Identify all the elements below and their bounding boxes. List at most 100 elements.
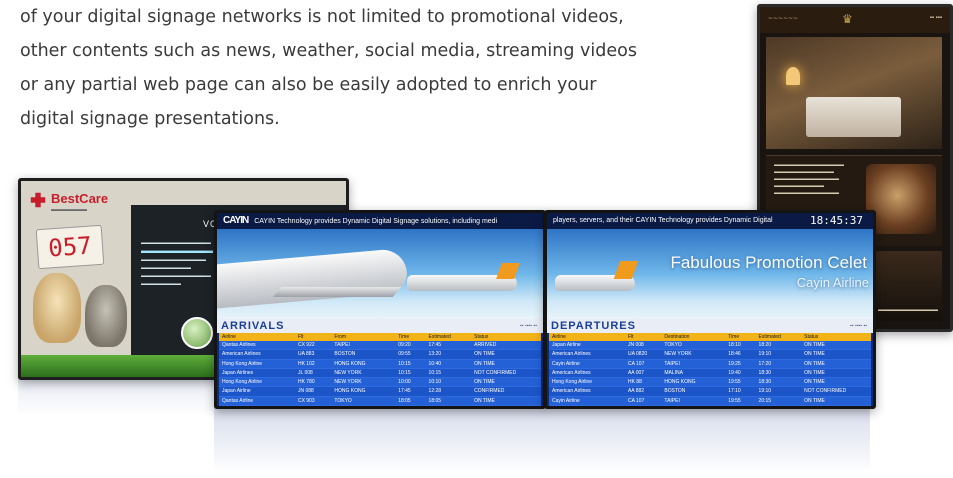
- table-cell: TAIPEI: [664, 360, 680, 367]
- sky-banner: [547, 229, 873, 319]
- table-cell: 18:30: [758, 379, 772, 386]
- header-cell: Destination: [664, 334, 690, 340]
- airliner-graphic: [217, 247, 409, 311]
- screen-reflection: [18, 376, 214, 416]
- header-cell: Airline: [222, 334, 236, 340]
- table-cell: 17:10: [728, 388, 741, 395]
- table-row: Japan Airline JN 008 TOKYO 18:10 18:20 ON TIM…: [549, 341, 871, 351]
- table-cell: MALINA: [664, 369, 684, 376]
- header-cell: Status: [474, 334, 489, 340]
- table-cell: 17:45: [428, 342, 442, 348]
- table-cell: ON TIME: [804, 351, 825, 358]
- paw-cross-icon: [30, 192, 46, 208]
- table-cell: Hong Kong Airline: [222, 360, 263, 367]
- table-cell: ON TIME: [804, 360, 825, 367]
- table-cell: ARRIVED: [474, 342, 497, 348]
- arrivals-display-image: CAYIN CAYIN Technology provides Dynamic D…: [214, 210, 546, 409]
- promo-subline: Cayin Airline: [796, 275, 869, 290]
- table-cell: CONFIRMED: [474, 388, 505, 395]
- bed-graphic: [806, 97, 901, 137]
- table-row: American Airlines UA 883 BOSTON 09:55 13:20 O…: [219, 350, 541, 360]
- table-cell: 17:45: [398, 388, 411, 395]
- dog-photo: [33, 273, 81, 343]
- table-cell: CX 903: [297, 397, 315, 404]
- intro-line: of your digital signage networks is not …: [20, 7, 624, 27]
- lamp-graphic: [786, 67, 800, 85]
- table-cell: HONG KONG: [334, 388, 366, 395]
- intro-line: digital signage presentations.: [20, 109, 280, 129]
- table-cell: 19:55: [728, 379, 741, 386]
- table-cell: Cayin Airline: [552, 397, 580, 404]
- news-ticker: CAYIN CAYIN Technology provides Dynamic D…: [217, 213, 543, 229]
- ticker-text: CAYIN Technology provides Dynamic Digita…: [254, 218, 498, 225]
- clock-readout: 18:45:37: [810, 214, 863, 227]
- hotel-logo-icon: ♛: [842, 12, 853, 26]
- table-cell: CA 107: [627, 360, 645, 367]
- table-cell: TOKYO: [664, 342, 682, 348]
- table-cell: ON TIME: [474, 360, 495, 367]
- table-cell: 19:10: [758, 388, 772, 395]
- hotel-time-graphic: ▪▪ ▪▪▪: [929, 15, 942, 21]
- hotel-header-bar: ~~~~~~ ♛ ▪▪ ▪▪▪: [760, 7, 950, 33]
- table-cell: JN 088: [297, 388, 314, 395]
- table-cell: 10:15: [398, 360, 411, 367]
- table-row: Japan Airline JN 088 HONG KONG 17:45 12:28 CO…: [219, 387, 541, 397]
- table-cell: ON TIME: [804, 369, 825, 376]
- table-cell: AA 007: [627, 369, 645, 376]
- ticker-text: players, servers, and their CAYIN Techno…: [553, 217, 773, 224]
- table-cell: AA 882: [627, 388, 645, 395]
- departures-title-text: DEPARTURES: [551, 320, 636, 332]
- table-cell: BOSTON: [664, 388, 686, 395]
- hotel-name-graphic: ~~~~~~: [768, 15, 799, 22]
- table-cell: UA 0820: [627, 351, 648, 358]
- table-cell: 19:40: [728, 369, 741, 376]
- arrivals-table: Qantas Airlines CX 922 TAIPEI 09:20 17:45 ARR…: [219, 341, 541, 406]
- header-cell: Estimated: [758, 334, 781, 340]
- small-plane-tail-graphic: [613, 261, 639, 279]
- table-row: Cayin Airline CA 107 TAIPEI 19:55 20:15 ON TI…: [549, 396, 871, 406]
- table-cell: American Airlines: [222, 351, 261, 358]
- table-cell: 18:05: [428, 397, 442, 404]
- table-cell: 18:05: [398, 397, 411, 404]
- table-cell: American Airlines: [552, 351, 591, 358]
- cat-photo: [85, 285, 127, 347]
- intro-line: or any partial web page can also be easi…: [20, 75, 597, 95]
- screen-reflection: [214, 404, 870, 474]
- sky-banner: [217, 229, 543, 319]
- table-cell: ON TIME: [474, 351, 495, 358]
- table-row: Hong Kong Airline HK 780 NEW YORK 10:00 10:1…: [219, 378, 541, 388]
- hotel-room-photo: [766, 37, 942, 149]
- dish-photo: [866, 164, 936, 234]
- table-cell: 10:15: [428, 369, 442, 376]
- table-cell: Qantas Airline: [222, 397, 254, 404]
- header-cell: Time: [728, 334, 740, 340]
- departures-display-image: players, servers, and their CAYIN Techno…: [544, 210, 876, 409]
- table-cell: ON TIME: [804, 397, 825, 404]
- table-row: Hong Kong Airline HK 102 HONG KONG 10:15 10:…: [219, 359, 541, 369]
- table-cell: 18:10: [728, 342, 741, 348]
- table-cell: Japan Airline: [552, 342, 581, 348]
- airliner-wing-graphic: [272, 287, 402, 297]
- header-cell: Status: [804, 334, 819, 340]
- departures-table: Japan Airline JN 008 TOKYO 18:10 18:20 ON TIM…: [549, 341, 871, 406]
- vet-nav-button: [181, 317, 213, 349]
- header-cell: From: [334, 334, 347, 340]
- vet-brand: BestCare: [51, 191, 109, 206]
- departures-header-row: Airline Flt Destination Time Estimated S…: [549, 333, 871, 341]
- header-cell: Time: [398, 334, 410, 340]
- vet-brand-sub-graphic: ▬▬▬▬▬▬: [51, 207, 87, 213]
- table-row: American Airlines AA 007 MALINA 19:40 18:30 O…: [549, 369, 871, 379]
- header-cell: Flt: [627, 334, 634, 340]
- table-cell: NEW YORK: [334, 369, 362, 376]
- table-cell: CX 922: [297, 342, 315, 348]
- table-cell: American Airlines: [552, 369, 591, 376]
- table-cell: CA 107: [627, 397, 645, 404]
- table-cell: Japan Airline: [222, 388, 251, 395]
- table-cell: NEW YORK: [334, 379, 362, 386]
- table-cell: 17:20: [758, 360, 772, 367]
- table-cell: 19:55: [728, 397, 741, 404]
- intro-line: other contents such as news, weather, so…: [20, 41, 637, 61]
- table-cell: American Airlines: [552, 388, 591, 395]
- arrivals-subtitle-graphic: ▪▪ ▪▪▪▪ ▪▪: [520, 323, 537, 329]
- table-cell: 10:15: [398, 369, 411, 376]
